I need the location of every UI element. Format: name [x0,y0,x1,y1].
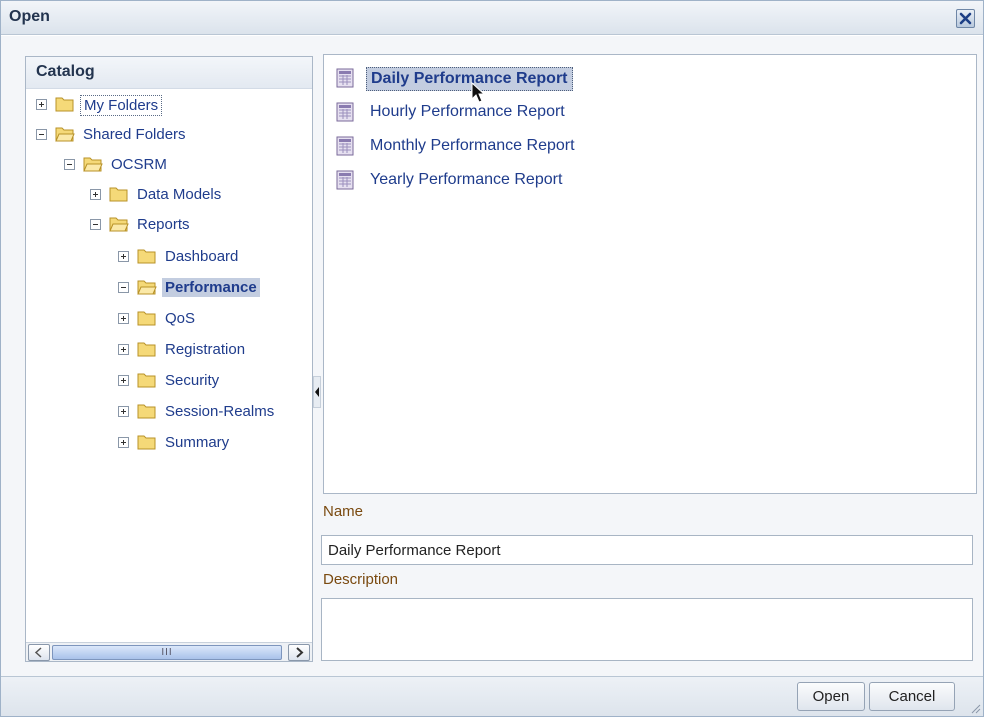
report-label: Yearly Performance Report [370,171,563,188]
catalog-panel: Catalog My Folders Shared Folders OCSRM [25,56,313,662]
name-input[interactable] [321,535,973,565]
collapse-icon[interactable] [118,282,129,293]
report-icon [336,136,354,156]
collapse-icon[interactable] [36,129,47,140]
panel-splitter[interactable] [313,376,321,408]
scroll-grip: III [161,647,173,658]
close-button[interactable] [956,9,975,28]
collapse-left-icon [315,387,319,397]
open-button[interactable]: Open [797,682,865,711]
cancel-button[interactable]: Cancel [869,682,955,711]
folder-icon [137,249,156,264]
folder-icon [109,187,128,202]
expand-icon[interactable] [118,437,129,448]
dialog-title: Open [9,8,50,25]
tree-item-label: QoS [165,310,196,327]
catalog-header: Catalog [26,57,312,89]
report-list: Daily Performance Report Hourly Performa… [323,54,977,494]
expand-icon[interactable] [36,99,47,110]
expand-icon[interactable] [118,251,129,262]
horizontal-scrollbar[interactable]: III [26,642,312,661]
scroll-thumb[interactable]: III [52,645,282,660]
resize-grip-icon[interactable] [969,702,981,714]
folder-icon [137,404,156,419]
folder-icon [55,97,74,112]
tree-item-label: My Folders [80,95,163,116]
tree-item-label: Shared Folders [83,126,186,143]
close-icon [959,12,972,25]
expand-icon[interactable] [90,189,101,200]
expand-icon[interactable] [118,406,129,417]
open-folder-icon [55,127,75,142]
folder-icon [137,342,156,357]
collapse-icon[interactable] [64,159,75,170]
expand-icon[interactable] [118,375,129,386]
tree-item-label: Registration [165,341,246,358]
title-bar: Open [1,1,983,35]
open-dialog: Open Catalog My Folders Shared Folders O… [0,0,984,717]
report-icon [336,102,354,122]
report-label: Daily Performance Report [366,67,573,91]
expand-icon[interactable] [118,344,129,355]
catalog-title: Catalog [36,63,95,80]
open-folder-icon [83,157,103,172]
tree-item-label: Performance [162,278,260,297]
folder-icon [137,311,156,326]
tree-item-label: Dashboard [165,248,239,265]
dialog-content: Catalog My Folders Shared Folders OCSRM [1,36,983,676]
chevron-left-icon [34,647,42,658]
expand-icon[interactable] [118,313,129,324]
open-folder-icon [137,280,157,295]
report-icon [336,170,354,190]
name-label: Name [323,503,364,520]
folder-icon [137,373,156,388]
scroll-left-button[interactable] [28,644,50,661]
collapse-icon[interactable] [90,219,101,230]
tree-item-label: Data Models [137,186,222,203]
description-input[interactable] [321,598,973,661]
open-folder-icon [109,217,129,232]
description-label: Description [323,571,399,588]
report-label: Monthly Performance Report [370,137,575,154]
tree-item-label: Summary [165,434,230,451]
chevron-right-icon [296,647,304,658]
scroll-right-button[interactable] [288,644,310,661]
report-label: Hourly Performance Report [370,103,565,120]
tree-item-label: Session-Realms [165,403,275,420]
dialog-footer: Open Cancel [1,676,983,716]
tree-item-label: OCSRM [111,156,167,173]
mouse-cursor-icon [471,82,486,103]
folder-icon [137,435,156,450]
tree-item-label: Reports [137,216,190,233]
tree-item-label: Security [165,372,220,389]
report-icon [336,68,354,88]
